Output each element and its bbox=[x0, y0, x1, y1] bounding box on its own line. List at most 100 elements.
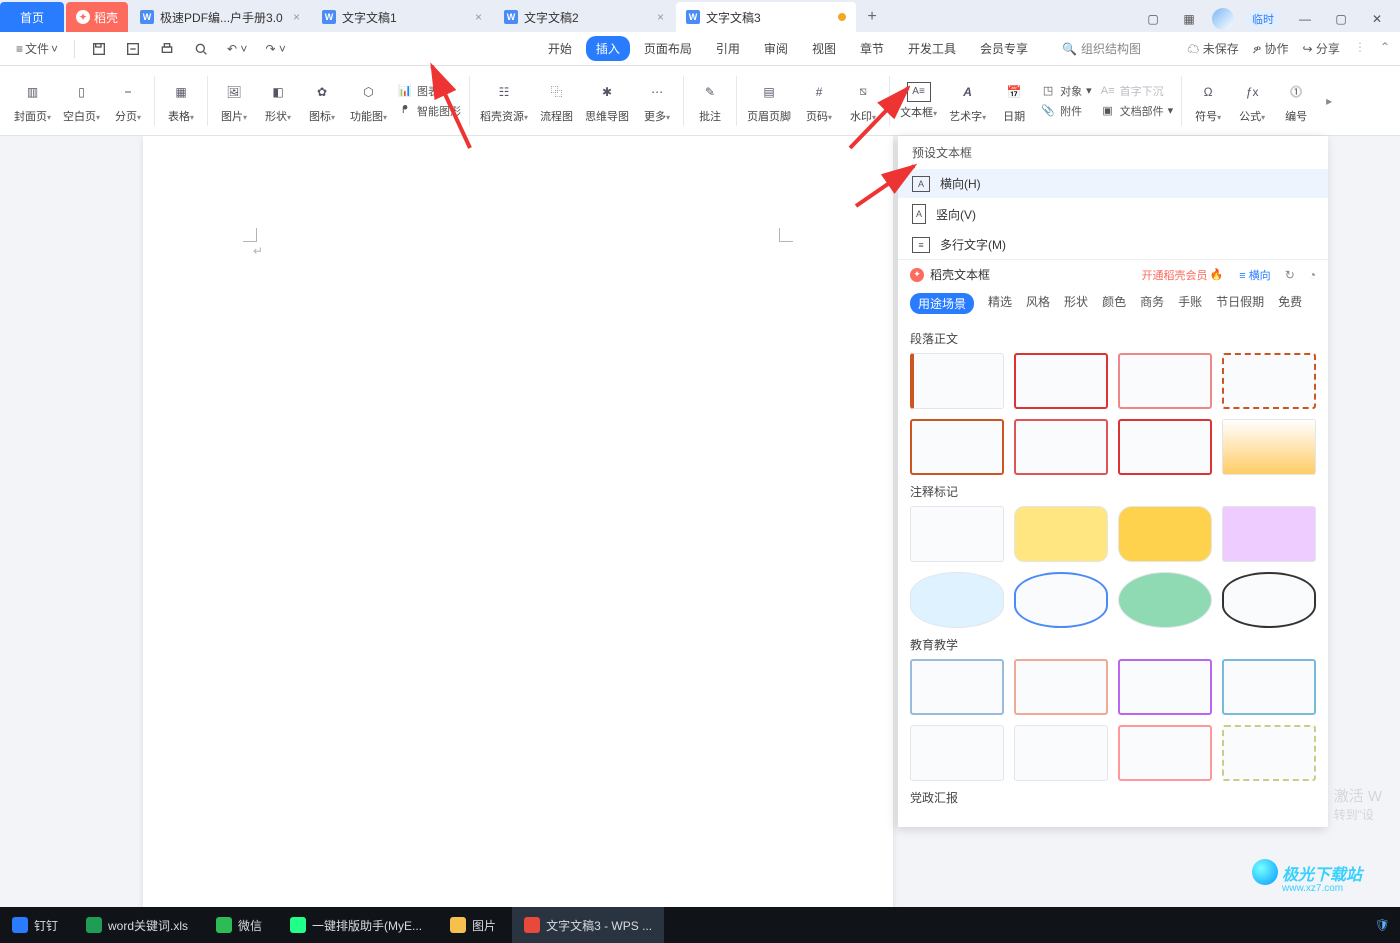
template-card[interactable] bbox=[1118, 419, 1212, 475]
template-card[interactable] bbox=[1014, 572, 1108, 628]
template-card[interactable] bbox=[910, 419, 1004, 475]
cat-7[interactable]: 节日假期 bbox=[1216, 293, 1264, 314]
close-icon[interactable]: × bbox=[293, 10, 300, 24]
cat-0[interactable]: 用途场景 bbox=[910, 293, 974, 314]
smartart-button[interactable]: ᖰ智能图形 bbox=[397, 103, 461, 119]
cat-4[interactable]: 颜色 bbox=[1102, 293, 1126, 314]
template-card[interactable] bbox=[1222, 506, 1316, 562]
vip-link[interactable]: 开通稻壳会员 🔥 bbox=[1142, 267, 1224, 283]
template-card[interactable] bbox=[1014, 506, 1108, 562]
template-card[interactable] bbox=[1014, 419, 1108, 475]
mtab-view[interactable]: 视图 bbox=[802, 36, 846, 61]
opt-multiline[interactable]: ≡多行文字(M) bbox=[898, 230, 1328, 259]
cat-1[interactable]: 精选 bbox=[988, 293, 1012, 314]
picture-button[interactable]: 🖼图片▾ bbox=[212, 68, 256, 134]
template-card[interactable] bbox=[1118, 725, 1212, 781]
refresh-icon[interactable]: ↻ bbox=[1285, 268, 1295, 282]
mtab-insert[interactable]: 插入 bbox=[586, 36, 630, 61]
mtab-chapter[interactable]: 章节 bbox=[850, 36, 894, 61]
equation-button[interactable]: ƒx公式▾ bbox=[1230, 68, 1274, 134]
print-icon[interactable] bbox=[153, 37, 181, 61]
table-button[interactable]: ▦表格▾ bbox=[159, 68, 203, 134]
tab-doc-1[interactable]: W文字文稿1× bbox=[312, 2, 492, 32]
redo-icon[interactable]: ↷ ˅ bbox=[259, 38, 291, 60]
more-button[interactable]: ⋯更多▾ bbox=[635, 68, 679, 134]
tab-doc-3[interactable]: W文字文稿3 bbox=[676, 2, 856, 32]
template-card[interactable] bbox=[910, 506, 1004, 562]
daoke-res-button[interactable]: ☷稻壳资源▾ bbox=[474, 68, 534, 134]
avatar[interactable] bbox=[1212, 8, 1234, 30]
template-card[interactable] bbox=[910, 353, 1004, 409]
tab-home[interactable]: 首页 bbox=[0, 2, 64, 32]
tab-add[interactable]: + bbox=[858, 2, 886, 32]
layout1-icon[interactable]: ▢ bbox=[1140, 6, 1166, 32]
task-dingding[interactable]: 钉钉 bbox=[0, 907, 70, 943]
cover-page-button[interactable]: ▥封面页▾ bbox=[8, 68, 57, 134]
cat-3[interactable]: 形状 bbox=[1064, 293, 1088, 314]
task-wps[interactable]: 文字文稿3 - WPS ... bbox=[512, 907, 664, 943]
mtab-dev[interactable]: 开发工具 bbox=[898, 36, 966, 61]
comment-button[interactable]: ✎批注 bbox=[688, 68, 732, 134]
maximize-icon[interactable]: ▢ bbox=[1328, 6, 1354, 32]
template-card[interactable] bbox=[1118, 659, 1212, 715]
cat-5[interactable]: 商务 bbox=[1140, 293, 1164, 314]
page-number-button[interactable]: #页码▾ bbox=[797, 68, 841, 134]
template-card[interactable] bbox=[1222, 659, 1316, 715]
cat-8[interactable]: 免费 bbox=[1278, 293, 1302, 314]
template-card[interactable] bbox=[1118, 572, 1212, 628]
cat-2[interactable]: 风格 bbox=[1026, 293, 1050, 314]
unsaved-button[interactable]: ☁ 未保存 bbox=[1187, 40, 1238, 57]
cat-6[interactable]: 手账 bbox=[1178, 293, 1202, 314]
security-shield-icon[interactable]: 🛡 bbox=[1375, 918, 1390, 932]
tab-doc-0[interactable]: W极速PDF编...户手册3.0× bbox=[130, 2, 310, 32]
shape-button[interactable]: ◧形状▾ bbox=[256, 68, 300, 134]
page-break-button[interactable]: ⎯分页▾ bbox=[106, 68, 150, 134]
tab-doc-2[interactable]: W文字文稿2× bbox=[494, 2, 674, 32]
opt-vertical[interactable]: A竖向(V) bbox=[898, 198, 1328, 230]
template-card[interactable] bbox=[1014, 659, 1108, 715]
object-button[interactable]: ◳对象 ▾ bbox=[1040, 83, 1092, 99]
close-icon[interactable]: × bbox=[657, 10, 664, 24]
ribbon-search[interactable]: 🔍 组织结构图 bbox=[1062, 40, 1141, 57]
mtab-start[interactable]: 开始 bbox=[538, 36, 582, 61]
layout-toggle[interactable]: ≡ 横向 bbox=[1239, 267, 1270, 283]
coop-button[interactable]: ዎ 协作 bbox=[1253, 40, 1289, 57]
template-card[interactable] bbox=[1118, 353, 1212, 409]
symbol-button[interactable]: Ω符号▾ bbox=[1186, 68, 1230, 134]
template-card[interactable] bbox=[910, 725, 1004, 781]
mindmap-button[interactable]: ✱思维导图 bbox=[579, 68, 635, 134]
save-icon[interactable] bbox=[85, 37, 113, 61]
mtab-ref[interactable]: 引用 bbox=[706, 36, 750, 61]
template-card[interactable] bbox=[1222, 353, 1316, 409]
template-card[interactable] bbox=[1222, 725, 1316, 781]
template-card[interactable] bbox=[1118, 506, 1212, 562]
task-typeset[interactable]: 一键排版助手(MyE... bbox=[278, 907, 434, 943]
close-icon[interactable]: × bbox=[475, 10, 482, 24]
page[interactable]: ↵ bbox=[143, 136, 893, 907]
chart-button[interactable]: 📊图表 ▾ bbox=[397, 83, 461, 99]
mtab-review[interactable]: 审阅 bbox=[754, 36, 798, 61]
number-button[interactable]: ⓵编号 bbox=[1274, 68, 1318, 134]
date-button[interactable]: 📅日期 bbox=[992, 68, 1036, 134]
template-card[interactable] bbox=[910, 659, 1004, 715]
task-excel[interactable]: word关键词.xls bbox=[74, 907, 200, 943]
tab-daoke[interactable]: ✦ 稻壳 bbox=[66, 2, 128, 32]
mtab-vip[interactable]: 会员专享 bbox=[970, 36, 1038, 61]
dropcap-button[interactable]: A≡首字下沉 bbox=[1100, 83, 1174, 99]
template-card[interactable] bbox=[1222, 572, 1316, 628]
textbox-button[interactable]: A≡文本框▾ bbox=[894, 68, 943, 134]
docparts-button[interactable]: ▣文档部件 ▾ bbox=[1100, 103, 1174, 119]
func-graphic-button[interactable]: ⬡功能图▾ bbox=[344, 68, 393, 134]
preview-icon[interactable] bbox=[187, 37, 215, 61]
ribbon-scroll-right-icon[interactable]: ▸ bbox=[1322, 94, 1336, 108]
template-card[interactable] bbox=[1014, 353, 1108, 409]
icon-button[interactable]: ✿图标▾ bbox=[300, 68, 344, 134]
wordart-button[interactable]: A艺术字▾ bbox=[943, 68, 992, 134]
opt-horizontal[interactable]: A横向(H) bbox=[898, 169, 1328, 198]
watermark-button[interactable]: ⧅水印▾ bbox=[841, 68, 885, 134]
clock-icon[interactable]: ◔ bbox=[1309, 268, 1316, 282]
template-card[interactable] bbox=[910, 572, 1004, 628]
task-wechat[interactable]: 微信 bbox=[204, 907, 274, 943]
task-pictures[interactable]: 图片 bbox=[438, 907, 508, 943]
header-footer-button[interactable]: ▤页眉页脚 bbox=[741, 68, 797, 134]
